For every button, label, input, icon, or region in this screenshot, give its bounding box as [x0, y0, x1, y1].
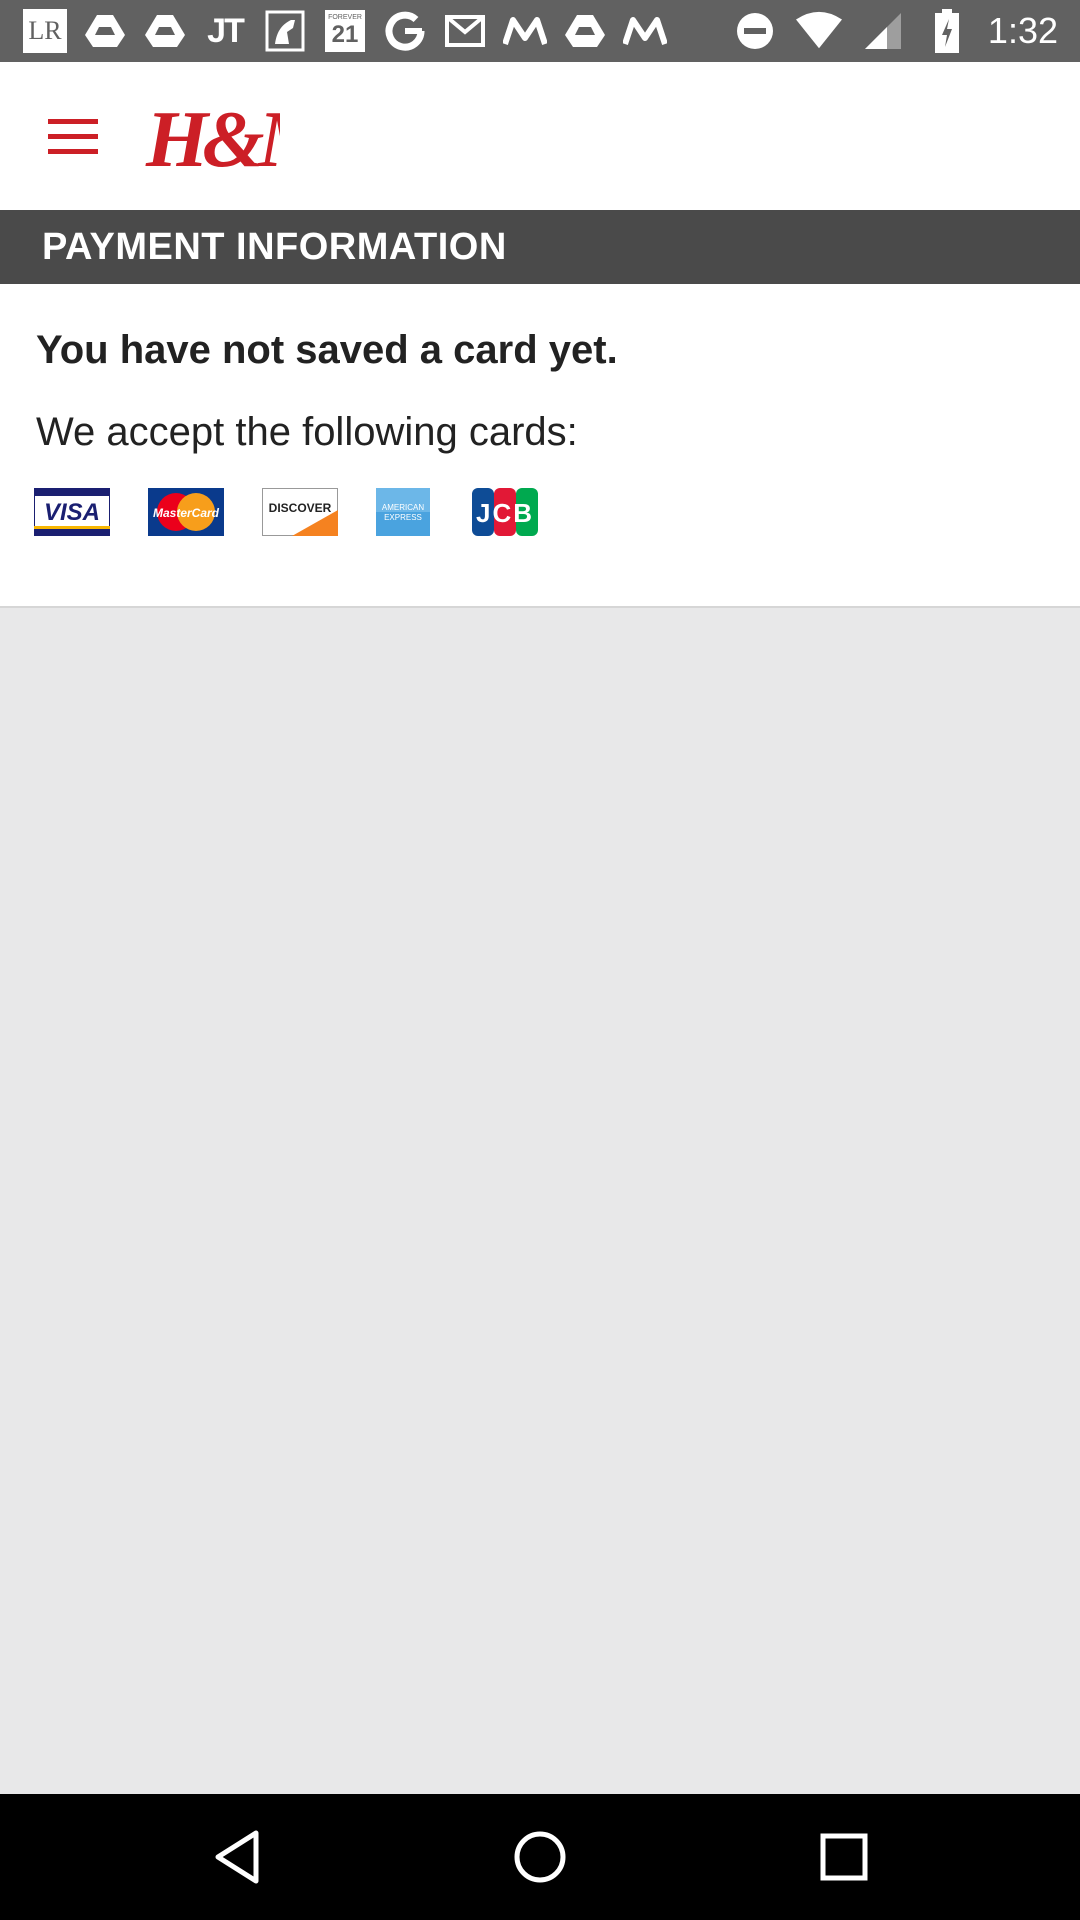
drive-icon: [82, 8, 128, 54]
accepted-cards-label: We accept the following cards:: [36, 410, 578, 454]
svg-text:DISCOVER: DISCOVER: [269, 501, 332, 515]
home-button[interactable]: [505, 1822, 575, 1892]
hm-logo[interactable]: H&M: [140, 92, 338, 184]
american-express-card-icon: AMERICAN EXPRESS: [376, 488, 430, 536]
visa-card-icon: VISA: [33, 487, 111, 537]
notification-icons: LR JT FOREVER 21: [22, 8, 668, 54]
svg-text:EXPRESS: EXPRESS: [384, 513, 422, 522]
recents-icon: [820, 1833, 868, 1881]
hamburger-menu-icon[interactable]: [34, 104, 110, 168]
image-icon: [262, 8, 308, 54]
battery-charging-icon: [924, 8, 970, 54]
google-icon: [382, 8, 428, 54]
svg-text:AMERICAN: AMERICAN: [382, 503, 424, 512]
back-button[interactable]: [202, 1822, 272, 1892]
discover-card-icon: DISCOVER: [262, 488, 338, 536]
lr-icon: LR: [22, 8, 68, 54]
jcb-card-icon: JCB: [472, 488, 538, 536]
system-icons: 1:32: [732, 8, 1058, 54]
section-header: PAYMENT INFORMATION: [0, 210, 1080, 284]
drive-icon: [142, 8, 188, 54]
status-bar: LR JT FOREVER 21 1:32: [0, 0, 1080, 62]
recents-button[interactable]: [809, 1822, 879, 1892]
home-icon: [514, 1831, 566, 1883]
svg-text:H&M: H&M: [145, 96, 280, 182]
gmail-icon: [442, 8, 488, 54]
payment-info-panel: You have not saved a card yet. We accept…: [0, 284, 1080, 608]
myntra-icon: [622, 8, 668, 54]
drive-icon: [562, 8, 608, 54]
clock: 1:32: [987, 10, 1058, 51]
wifi-icon: [795, 8, 842, 54]
svg-text:VISA: VISA: [44, 499, 100, 526]
svg-text:JCB: JCB: [476, 498, 534, 528]
hm-logo-icon: H&M: [145, 96, 338, 184]
mastercard-icon: MasterCard: [148, 488, 224, 536]
section-title: PAYMENT INFORMATION: [42, 226, 507, 268]
back-icon: [215, 1830, 259, 1884]
svg-text:MasterCard: MasterCard: [153, 506, 220, 520]
cellular-signal-icon: [860, 8, 906, 54]
system-nav-bar: [0, 1794, 1080, 1920]
no-card-message: You have not saved a card yet.: [36, 328, 618, 372]
myntra-icon: [502, 8, 548, 54]
jt-icon: JT: [207, 11, 245, 50]
forever21-icon: FOREVER 21: [322, 8, 368, 54]
do-not-disturb-icon: [732, 8, 778, 54]
app-bar: H&M: [0, 62, 1080, 210]
